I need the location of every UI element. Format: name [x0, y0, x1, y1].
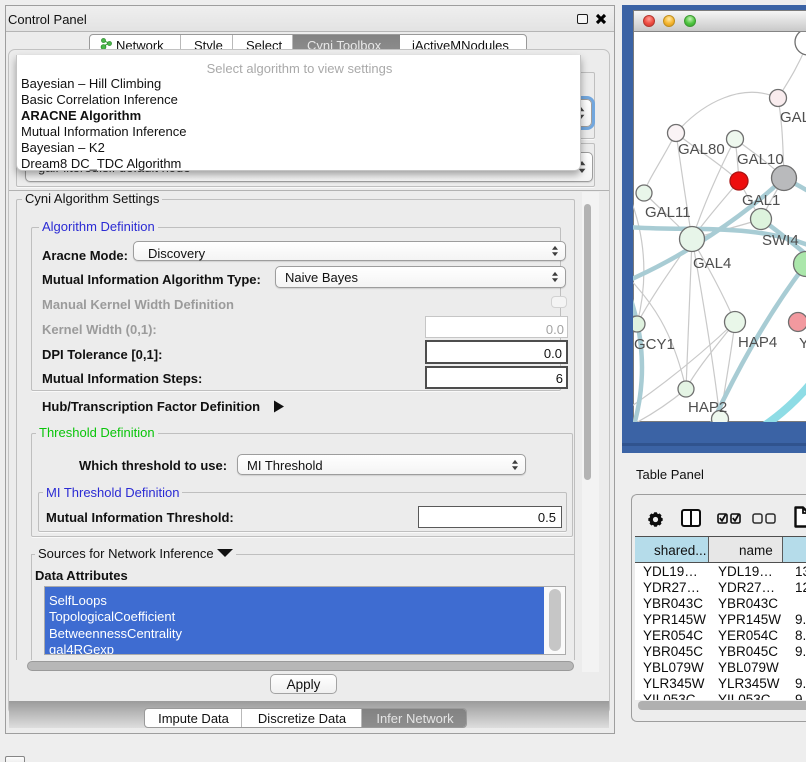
- svg-text:SWI4: SWI4: [762, 232, 799, 249]
- svg-text:HAP2: HAP2: [688, 399, 727, 416]
- svg-text:GAL10: GAL10: [737, 151, 784, 168]
- svg-text:HAP4: HAP4: [738, 334, 777, 351]
- svg-text:GAL7: GAL7: [780, 109, 806, 126]
- svg-text:GAL4: GAL4: [693, 255, 731, 272]
- svg-text:GAL80: GAL80: [678, 141, 725, 158]
- svg-text:GAL1: GAL1: [742, 192, 780, 209]
- svg-text:YJ: YJ: [799, 335, 806, 352]
- svg-text:GCY1: GCY1: [634, 336, 675, 353]
- svg-text:GAL11: GAL11: [645, 204, 691, 221]
